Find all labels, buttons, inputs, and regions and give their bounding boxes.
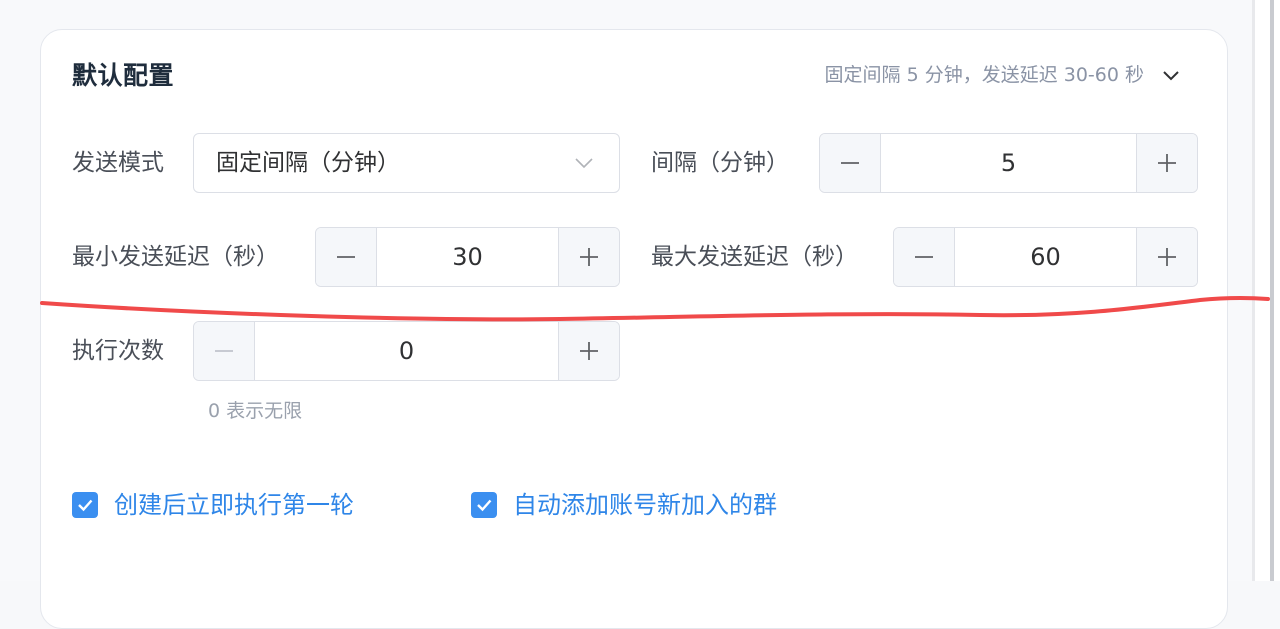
chevron-down-icon[interactable] — [1160, 66, 1182, 84]
run-count-label: 执行次数 — [72, 338, 164, 364]
run-count-increment-button[interactable] — [558, 322, 619, 380]
min-delay-decrement-button[interactable] — [316, 228, 377, 286]
panel-title: 默认配置 — [72, 61, 175, 90]
min-delay-stepper: 30 — [315, 227, 620, 287]
send-mode-label: 发送模式 — [72, 150, 164, 176]
plus-icon — [580, 248, 598, 266]
minus-icon — [215, 350, 233, 352]
scrollbar-thumb[interactable] — [1270, 0, 1274, 581]
auto-add-groups-label[interactable]: 自动添加账号新加入的群 — [513, 488, 777, 522]
send-mode-select[interactable]: 固定间隔（分钟） — [193, 133, 620, 193]
send-mode-value: 固定间隔（分钟） — [216, 150, 400, 176]
config-summary[interactable]: 固定间隔 5 分钟，发送延迟 30-60 秒 — [825, 62, 1144, 88]
max-delay-stepper: 60 — [893, 227, 1198, 287]
chevron-down-icon — [575, 158, 593, 169]
run-count-stepper: 0 — [193, 321, 620, 381]
min-delay-value[interactable]: 30 — [377, 228, 558, 286]
check-icon — [78, 499, 93, 512]
min-delay-label: 最小发送延迟（秒） — [72, 244, 279, 270]
plus-icon — [1158, 248, 1176, 266]
minus-icon — [337, 256, 355, 258]
run-first-round-label[interactable]: 创建后立即执行第一轮 — [114, 488, 354, 522]
max-delay-value[interactable]: 60 — [955, 228, 1136, 286]
interval-increment-button[interactable] — [1136, 134, 1197, 192]
interval-label: 间隔（分钟） — [651, 150, 789, 176]
run-first-round-checkbox[interactable] — [72, 492, 98, 518]
min-delay-increment-button[interactable] — [558, 228, 619, 286]
plus-icon — [1158, 154, 1176, 172]
interval-decrement-button[interactable] — [820, 134, 881, 192]
run-count-hint: 0 表示无限 — [208, 400, 303, 422]
plus-icon — [580, 342, 598, 360]
check-icon — [477, 499, 492, 512]
interval-value[interactable]: 5 — [881, 134, 1136, 192]
interval-stepper: 5 — [819, 133, 1198, 193]
minus-icon — [841, 162, 859, 164]
minus-icon — [915, 256, 933, 258]
run-count-value[interactable]: 0 — [255, 322, 558, 380]
max-delay-decrement-button[interactable] — [894, 228, 955, 286]
scrollbar-track[interactable] — [1252, 0, 1280, 581]
auto-add-groups-checkbox[interactable] — [471, 492, 497, 518]
max-delay-increment-button[interactable] — [1136, 228, 1197, 286]
max-delay-label: 最大发送延迟（秒） — [651, 244, 858, 270]
run-count-decrement-button[interactable] — [194, 322, 255, 380]
